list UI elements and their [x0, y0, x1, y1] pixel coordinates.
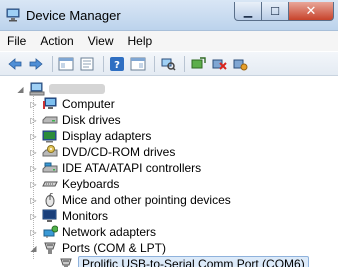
disable-button[interactable] — [231, 55, 249, 73]
close-button[interactable]: ✕ — [289, 2, 334, 21]
forward-icon — [29, 57, 43, 70]
disable-icon — [233, 59, 248, 70]
hostname-label — [49, 84, 105, 94]
title-bar[interactable]: Device Manager ▁ ☐ ✕ — [0, 0, 338, 31]
ide-controller-icon — [42, 162, 58, 173]
expander-icon[interactable]: ▷ — [29, 148, 38, 157]
scan-hardware-icon — [161, 58, 176, 71]
uninstall-icon — [212, 59, 227, 70]
tree-item-label: Mice and other pointing devices — [62, 193, 231, 207]
tree-item-label: Monitors — [62, 209, 109, 223]
menu-help[interactable]: Help — [121, 34, 160, 48]
expander-icon[interactable]: ▷ — [29, 196, 38, 205]
tree-item-disk-drives[interactable]: ▷ Disk drives — [29, 112, 121, 128]
scan-hardware-button[interactable] — [159, 55, 177, 73]
monitor-icon — [42, 209, 57, 222]
tree-item-prolific-usb-serial-port[interactable]: Prolific USB-to-Serial Comm Port (COM6) — [58, 256, 309, 267]
expander-icon[interactable]: ▷ — [29, 100, 38, 109]
properties-button[interactable] — [78, 55, 96, 73]
port-icon — [60, 258, 72, 267]
device-tree[interactable]: ◢ ▷ Computer ▷ Disk drives ▷ Display ada… — [0, 77, 338, 267]
toolbar-separator — [154, 55, 155, 72]
display-adapter-icon — [42, 130, 57, 143]
tree-root[interactable]: ◢ — [16, 81, 105, 97]
menu-action[interactable]: Action — [33, 34, 80, 48]
tree-item-label: IDE ATA/ATAPI controllers — [62, 161, 202, 175]
computer-icon — [43, 97, 57, 109]
port-icon — [44, 242, 56, 254]
tree-item-mice-pointing-devices[interactable]: ▷ Mice and other pointing devices — [29, 192, 231, 208]
disk-drive-icon — [42, 116, 58, 124]
properties-icon — [80, 57, 94, 70]
expander-icon[interactable]: ▷ — [29, 164, 38, 173]
update-driver-icon — [191, 56, 206, 68]
dvd-drive-icon — [42, 145, 58, 157]
tree-item-ports-com-lpt[interactable]: ◢ Ports (COM & LPT) — [29, 240, 166, 256]
expander-icon[interactable]: ▷ — [29, 180, 38, 189]
uninstall-button[interactable] — [210, 55, 228, 73]
window-title: Device Manager — [26, 8, 121, 23]
help-button[interactable]: ? — [108, 55, 126, 73]
tree-item-keyboards[interactable]: ▷ Keyboards — [29, 176, 119, 192]
expander-icon[interactable]: ▷ — [29, 212, 38, 221]
tree-item-label: Display adapters — [62, 129, 152, 143]
toolbar-separator — [103, 55, 104, 72]
tree-item-label: Computer — [62, 97, 115, 111]
menu-file[interactable]: File — [0, 34, 33, 48]
forward-button[interactable] — [27, 55, 45, 73]
mouse-icon — [45, 193, 55, 207]
console-tree-button[interactable] — [57, 55, 75, 73]
toolbar-separator — [184, 55, 185, 72]
update-driver-button[interactable] — [189, 55, 207, 73]
keyboard-icon — [42, 181, 58, 187]
computer-manage-icon — [6, 8, 20, 22]
tree-item-label: Prolific USB-to-Serial Comm Port (COM6) — [78, 256, 309, 267]
back-button[interactable] — [6, 55, 24, 73]
show-hidden-icon — [130, 57, 146, 70]
maximize-button[interactable]: ☐ — [262, 2, 289, 21]
tree-item-label: Disk drives — [62, 113, 121, 127]
tree-item-label: Network adapters — [62, 225, 157, 239]
svg-text:?: ? — [114, 60, 120, 71]
back-icon — [8, 57, 22, 70]
tree-item-dvd-cd-rom-drives[interactable]: ▷ DVD/CD-ROM drives — [29, 144, 175, 160]
expander-icon[interactable]: ▷ — [29, 228, 38, 237]
expander-icon[interactable]: ▷ — [29, 132, 38, 141]
show-hide-console-tree-icon — [58, 57, 74, 70]
tree-item-monitors[interactable]: ▷ Monitors — [29, 208, 108, 224]
tree-item-network-adapters[interactable]: ▷ Network adapters — [29, 224, 156, 240]
tree-item-label: Ports (COM & LPT) — [62, 241, 167, 255]
expander-icon[interactable]: ◢ — [16, 85, 25, 94]
help-icon: ? — [110, 56, 124, 71]
menu-bar: File Action View Help — [0, 31, 338, 51]
show-hidden-button[interactable] — [129, 55, 147, 73]
network-adapter-icon — [43, 225, 58, 238]
expander-icon[interactable]: ▷ — [29, 116, 38, 125]
tree-item-label: Keyboards — [62, 177, 120, 191]
toolbar: ? — [0, 52, 338, 76]
computer-icon — [29, 82, 45, 96]
tree-item-computer[interactable]: ▷ Computer — [29, 96, 115, 112]
tree-item-ide-ata-atapi-controllers[interactable]: ▷ IDE ATA/ATAPI controllers — [29, 160, 201, 176]
tree-item-display-adapters[interactable]: ▷ Display adapters — [29, 128, 151, 144]
minimize-button[interactable]: ▁ — [234, 2, 262, 21]
expander-icon[interactable]: ◢ — [29, 244, 38, 253]
tree-item-label: DVD/CD-ROM drives — [62, 145, 176, 159]
menu-view[interactable]: View — [81, 34, 121, 48]
toolbar-separator — [52, 55, 53, 72]
